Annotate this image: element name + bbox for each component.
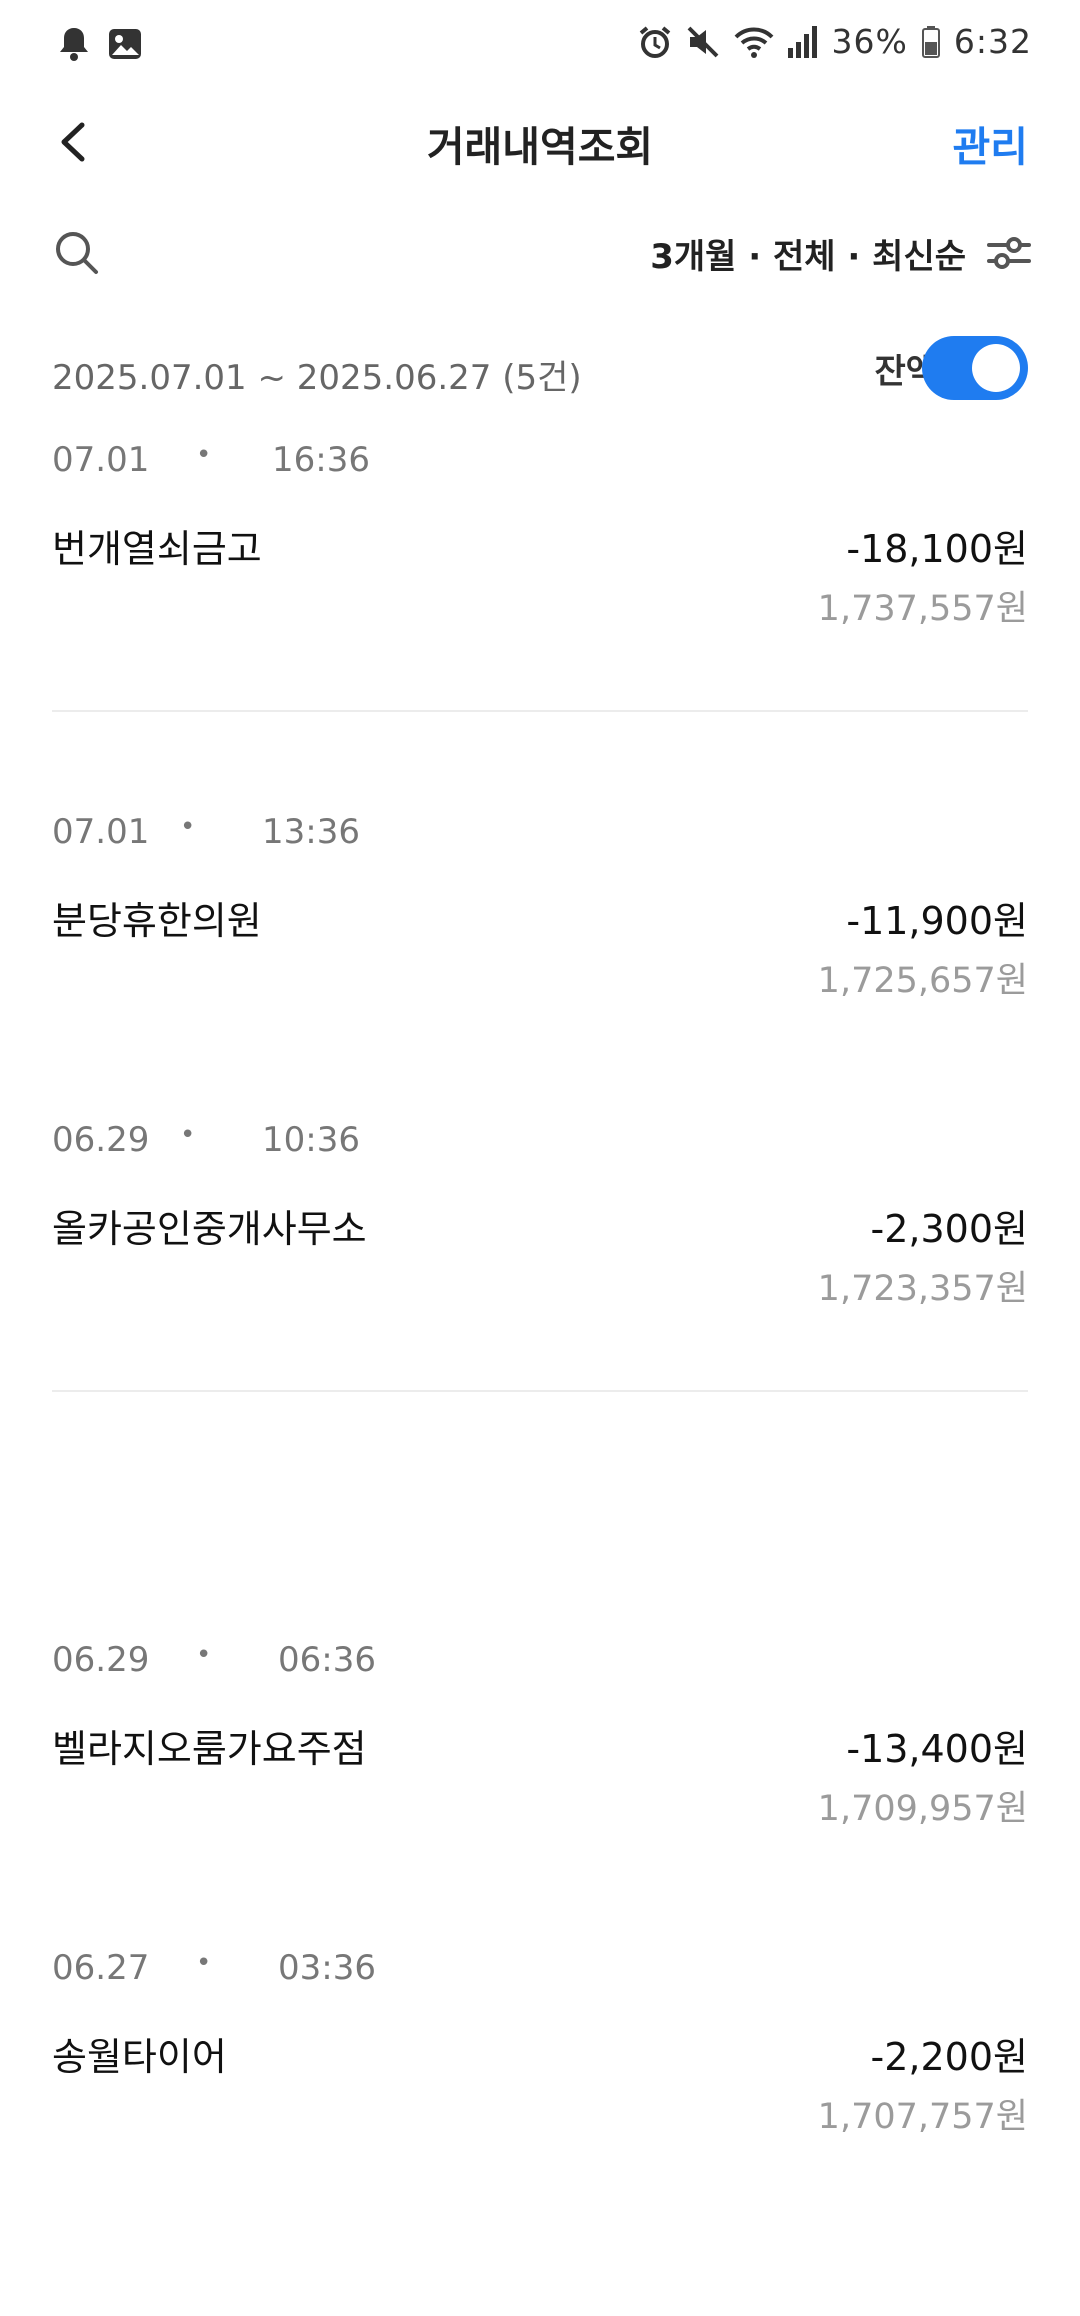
transaction-name: 벨라지오룸가요주점 <box>52 1727 367 1771</box>
status-bar: 36% 6:32 <box>0 0 1080 95</box>
transaction-amount: -2,300원 <box>870 1207 1028 1251</box>
separator-dot: • <box>196 440 212 470</box>
manage-button[interactable]: 관리 <box>953 113 1028 173</box>
transaction-name: 분당휴한의원 <box>52 899 262 943</box>
transaction-time: 03:36 <box>278 1948 376 1988</box>
filter-label: 3개월 · 전체 · 최신순 <box>650 236 966 277</box>
filter-sliders-icon <box>986 233 1032 273</box>
transaction-item[interactable]: 06.29 • 06:36 벨라지오룸가요주점 -13,400원 1,709,9… <box>0 1640 1080 1830</box>
image-icon <box>108 28 142 60</box>
transaction-date: 07.01 <box>52 440 150 480</box>
divider <box>52 1390 1028 1392</box>
transaction-balance: 1,723,357원 <box>817 1269 1028 1309</box>
transaction-name: 올카공인중개사무소 <box>52 1207 367 1251</box>
transaction-item[interactable]: 07.01 • 16:36 번개열쇠금고 -18,100원 1,737,557원 <box>0 440 1080 630</box>
transaction-item[interactable]: 07.01 • 13:36 분당휴한의원 -11,900원 1,725,657원 <box>0 812 1080 1002</box>
separator-dot: • <box>180 1120 196 1150</box>
transaction-time: 10:36 <box>262 1120 360 1160</box>
transaction-time: 16:36 <box>272 440 370 480</box>
transaction-amount: -18,100원 <box>846 527 1028 571</box>
transaction-amount: -11,900원 <box>846 899 1028 943</box>
battery-percent: 36% <box>831 22 908 61</box>
alarm-icon <box>638 25 672 59</box>
separator-dot: • <box>196 1948 212 1978</box>
filter-button[interactable]: 3개월 · 전체 · 최신순 <box>650 228 1032 278</box>
bell-icon <box>58 26 90 62</box>
transaction-amount: -2,200원 <box>870 2035 1028 2079</box>
battery-icon <box>921 25 940 58</box>
wifi-icon <box>734 25 774 59</box>
transaction-balance: 1,725,657원 <box>817 961 1028 1001</box>
balance-toggle[interactable] <box>922 336 1028 400</box>
transaction-date: 07.01 <box>52 812 150 852</box>
transaction-date: 06.29 <box>52 1120 150 1160</box>
separator-dot: • <box>196 1640 212 1670</box>
page-title: 거래내역조회 <box>426 123 654 171</box>
transaction-balance: 1,709,957원 <box>817 1789 1028 1829</box>
search-icon <box>56 232 98 274</box>
transaction-item[interactable]: 06.27 • 03:36 송월타이어 -2,200원 1,707,757원 <box>0 1948 1080 2138</box>
transaction-balance: 1,737,557원 <box>817 589 1028 629</box>
transaction-amount: -13,400원 <box>846 1727 1028 1771</box>
mute-icon <box>686 25 720 59</box>
search-button[interactable] <box>52 228 102 278</box>
transaction-balance: 1,707,757원 <box>817 2097 1028 2137</box>
divider <box>52 710 1028 712</box>
separator-dot: • <box>180 812 196 842</box>
signal-icon <box>787 25 818 58</box>
toggle-knob <box>972 344 1020 392</box>
transaction-time: 13:36 <box>262 812 360 852</box>
transaction-name: 번개열쇠금고 <box>52 527 262 571</box>
transaction-name: 송월타이어 <box>52 2035 227 2079</box>
clock: 6:32 <box>953 22 1032 61</box>
transaction-item[interactable]: 06.29 • 10:36 올카공인중개사무소 -2,300원 1,723,35… <box>0 1120 1080 1310</box>
app-header: 거래내역조회 관리 <box>0 95 1080 190</box>
date-range: 2025.07.01 ~ 2025.06.27 (5건) <box>52 358 582 398</box>
transaction-date: 06.27 <box>52 1948 150 1988</box>
transaction-time: 06:36 <box>278 1640 376 1680</box>
transaction-date: 06.29 <box>52 1640 150 1680</box>
